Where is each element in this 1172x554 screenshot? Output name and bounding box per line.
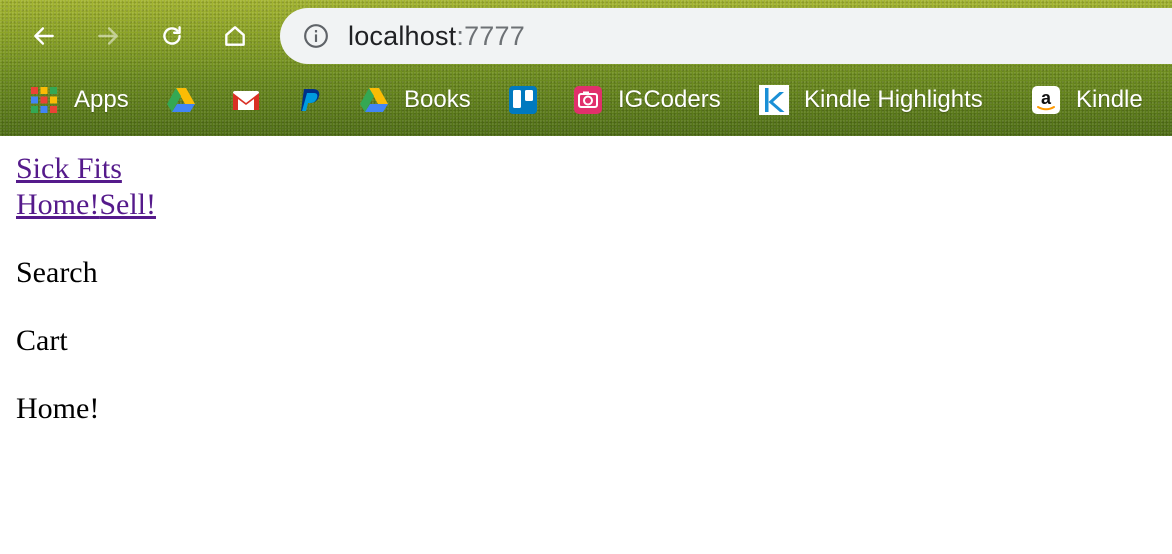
home-icon	[225, 26, 245, 46]
apps-grid-icon	[28, 84, 60, 116]
google-drive-icon	[165, 84, 197, 116]
bookmark-kindle-highlights[interactable]: Kindle Highlights	[758, 84, 983, 116]
cart-text: Cart	[16, 324, 68, 357]
bookmark-label: Kindle Highlights	[804, 86, 983, 113]
url-text[interactable]: localhost:7777	[348, 21, 525, 52]
bookmark-gmail[interactable]	[230, 84, 262, 116]
back-button[interactable]	[24, 16, 64, 56]
forward-button[interactable]	[88, 16, 128, 56]
trello-icon	[507, 84, 539, 116]
logo-link[interactable]: Sick Fits	[16, 152, 122, 186]
home-button[interactable]	[215, 16, 255, 56]
bookmark-trello[interactable]	[507, 84, 539, 116]
url-host: localhost	[348, 20, 457, 51]
nav-home-link[interactable]: Home!	[16, 188, 99, 221]
google-drive-icon	[358, 84, 390, 116]
browser-toolbar: localhost:7777	[0, 0, 1172, 72]
home-page-text: Home!	[16, 392, 100, 425]
bookmarks-bar: Apps Books IGCoders Kindle Highlights a …	[0, 78, 1172, 122]
url-port: :7777	[456, 20, 525, 51]
main-nav: Home!Sell!	[16, 188, 156, 222]
search-text: Search	[16, 256, 98, 289]
kindle-k-icon	[758, 84, 790, 116]
bookmark-apps[interactable]: Apps	[28, 84, 129, 116]
browser-chrome: localhost:7777 Apps Books IGCoders Kindl…	[0, 0, 1172, 136]
bookmark-label: Apps	[74, 86, 129, 113]
paypal-icon	[294, 84, 326, 116]
bookmark-paypal[interactable]	[294, 84, 326, 116]
page-content: Sick Fits Home!Sell! Search Cart Home!	[0, 136, 1172, 554]
back-icon	[34, 27, 54, 45]
instagram-camera-icon	[572, 84, 604, 116]
bookmark-label: IGCoders	[618, 86, 721, 113]
bookmark-label: Kindle	[1076, 86, 1143, 113]
amazon-icon: a	[1030, 84, 1062, 116]
bookmark-google-drive[interactable]	[165, 84, 197, 116]
forward-icon	[98, 27, 118, 45]
info-icon[interactable]	[302, 22, 330, 50]
bookmark-kindle[interactable]: a Kindle	[1030, 84, 1143, 116]
reload-button[interactable]	[152, 16, 192, 56]
bookmark-igcoders[interactable]: IGCoders	[572, 84, 721, 116]
nav-sell-link[interactable]: Sell!	[99, 188, 156, 221]
bookmark-label: Books	[404, 86, 471, 113]
reload-icon	[163, 26, 181, 45]
bookmark-books[interactable]: Books	[358, 84, 471, 116]
address-bar[interactable]: localhost:7777	[280, 8, 1172, 64]
gmail-icon	[230, 84, 262, 116]
svg-text:a: a	[1041, 88, 1052, 108]
